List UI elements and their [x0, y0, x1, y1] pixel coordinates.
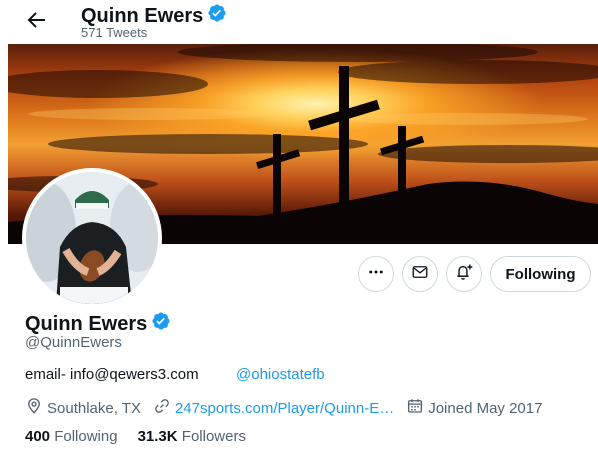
back-arrow-icon[interactable]	[24, 8, 48, 32]
following-stat[interactable]: 400 Following	[25, 428, 118, 445]
joined-text: Joined May 2017	[428, 399, 543, 417]
message-icon	[411, 263, 429, 286]
tweet-count: 571 Tweets	[81, 25, 148, 40]
following-button[interactable]: Following	[490, 256, 591, 292]
link-icon	[153, 397, 171, 419]
following-label: Following	[54, 428, 118, 445]
location-pin-icon	[25, 397, 43, 419]
location-item: Southlake, TX	[25, 397, 141, 419]
bio-mention-link[interactable]: @ohiostatefb	[236, 366, 325, 383]
profile-actions: Following	[0, 256, 598, 292]
website-item: 247sports.com/Player/Quinn-E…	[153, 397, 394, 419]
notification-bell-icon	[454, 262, 474, 287]
profile-name: Quinn Ewers	[25, 312, 148, 335]
verified-badge-icon	[207, 3, 227, 29]
top-bar: Quinn Ewers 571 Tweets	[0, 0, 598, 44]
bio-text: email- info@qewers3.com	[25, 366, 199, 383]
message-button[interactable]	[402, 256, 438, 292]
followers-label: Followers	[181, 428, 246, 445]
profile-handle: @QuinnEwers	[25, 334, 122, 351]
follow-stats: 400 Following 31.3K Followers	[25, 428, 246, 445]
notification-button[interactable]	[446, 256, 482, 292]
verified-badge-icon	[151, 311, 171, 337]
more-icon	[367, 263, 385, 286]
more-button[interactable]	[358, 256, 394, 292]
profile-meta: Southlake, TX 247sports.com/Player/Quinn…	[25, 397, 542, 419]
location-text: Southlake, TX	[47, 399, 141, 417]
followers-stat[interactable]: 31.3K Followers	[138, 428, 246, 445]
followers-count: 31.3K	[137, 428, 178, 445]
calendar-icon	[406, 397, 424, 419]
website-link[interactable]: 247sports.com/Player/Quinn-E…	[175, 400, 394, 417]
joined-item: Joined May 2017	[406, 397, 542, 419]
following-count: 400	[25, 428, 51, 445]
